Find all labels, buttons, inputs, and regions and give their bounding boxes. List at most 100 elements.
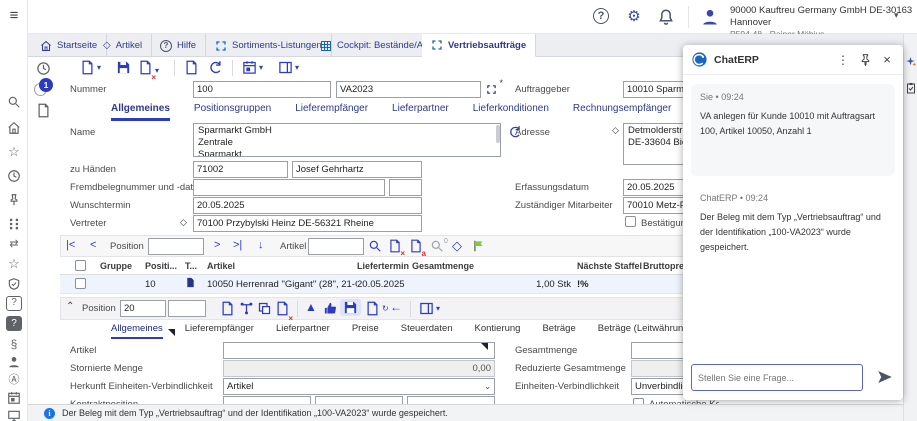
ai-sparkle-icon[interactable] (905, 56, 917, 68)
history-icon[interactable] (6, 168, 22, 184)
refresh-button[interactable] (208, 60, 223, 75)
badge-star-icon[interactable]: ☆ (6, 256, 22, 272)
tab-artikel[interactable]: ◇Artikel (94, 34, 152, 57)
vertreter-input[interactable] (193, 215, 422, 232)
search-icon[interactable] (6, 94, 22, 110)
wunschtermin-input[interactable] (193, 197, 422, 214)
col-position[interactable]: Positi... (145, 261, 185, 271)
nummer-input[interactable] (193, 81, 331, 98)
flag-icon[interactable] (472, 239, 486, 253)
apps-grid-icon[interactable] (6, 216, 22, 232)
expand-type-icon[interactable]: * (486, 82, 500, 96)
delete-position-button[interactable]: × (275, 301, 290, 321)
subtab-betraege-leitwaehrung[interactable]: Beträge (Leitwährung) (598, 323, 692, 339)
calendar-save-button[interactable]: ▾ (242, 60, 263, 75)
home-icon[interactable] (6, 120, 22, 136)
col-artikel[interactable]: Artikel (207, 261, 357, 271)
chevron-down-icon[interactable]: ▾ (894, 10, 899, 21)
structure-button[interactable] (239, 301, 254, 316)
new-document-button[interactable]: ▾ (80, 60, 101, 75)
kebab-menu-icon[interactable]: ⋮ (835, 52, 851, 68)
recent-clock-icon[interactable] (36, 61, 51, 76)
name-scrollbar[interactable] (496, 125, 500, 143)
collapse-chevron-icon[interactable]: ⌃ (66, 301, 74, 312)
zu-haenden-nummer-input[interactable] (193, 161, 288, 178)
subtab-steuerdaten[interactable]: Steuerdaten (401, 323, 453, 339)
copy-position-button[interactable] (257, 301, 272, 316)
notifications-bell-icon[interactable] (657, 8, 675, 26)
circled-a-icon[interactable]: Ⓐ (6, 372, 22, 388)
doc-tab-positionsgruppen[interactable]: Positionsgruppen (194, 103, 271, 121)
name-textarea[interactable]: Sparmarkt GmbH Zentrale Sparmarkt (193, 123, 501, 157)
detail-artikel-input[interactable] (223, 342, 495, 359)
annotate-position-icon[interactable]: a (409, 239, 423, 256)
chat-input[interactable] (691, 364, 863, 391)
help-outline-icon[interactable]: ? (6, 296, 22, 311)
nav-artikel-input[interactable] (308, 238, 364, 255)
doc-tab-lieferkonditionen[interactable]: Lieferkonditionen (473, 103, 549, 121)
diamond-marker-icon[interactable]: ◇ (612, 125, 619, 136)
fremdbelegnummer-input[interactable] (193, 179, 385, 196)
dropdown-caret-icon[interactable]: ▾ (436, 304, 440, 313)
tab-hilfe[interactable]: ?Hilfe (151, 34, 206, 57)
subtab-allgemeines[interactable]: Allgemeines (111, 323, 163, 339)
last-position-button[interactable]: >| (233, 239, 242, 251)
dropdown-caret-icon[interactable]: ▾ (97, 63, 101, 72)
pin-icon[interactable] (6, 192, 22, 208)
subtab-kontierung[interactable]: Kontierung (475, 323, 521, 339)
detail-window-button[interactable]: ▾ (419, 301, 440, 316)
legal-paragraph-icon[interactable]: § (6, 336, 22, 352)
subtab-preise[interactable]: Preise (352, 323, 379, 339)
tab-vertriebsauftraege[interactable]: Vertriebsaufträge (422, 34, 536, 57)
subtab-lieferempfaenger[interactable]: Lieferempfänger (185, 323, 254, 339)
new-position-button[interactable] (220, 301, 235, 316)
hamburger-menu-icon[interactable]: ≡ (6, 8, 22, 24)
col-typ[interactable]: T... (185, 261, 207, 271)
favorite-star-icon[interactable]: ☆ (6, 144, 22, 160)
nav-position-input[interactable] (148, 238, 204, 255)
col-liefertermin[interactable]: Liefertermin (357, 261, 412, 271)
save-button[interactable] (116, 60, 131, 75)
help-filled-icon[interactable]: ? (6, 316, 22, 331)
pin-panel-icon[interactable] (857, 52, 873, 68)
delete-document-button[interactable]: ×▾ (138, 60, 159, 80)
back-arrow-icon[interactable]: ← (390, 300, 402, 314)
col-naechste-staffel[interactable]: Nächste Staffel (577, 261, 643, 271)
approve-thumb-icon[interactable] (323, 301, 338, 316)
herkunft-select[interactable]: Artikel⌄ (223, 378, 495, 395)
diamond-marker-icon[interactable]: ◇ (180, 217, 187, 228)
col-gesamtmenge[interactable]: Gesamtmenge (412, 261, 577, 271)
warning-triangle-icon[interactable]: ▲ (305, 300, 317, 314)
dropdown-caret-icon[interactable]: ▾ (295, 63, 299, 72)
subtab-betraege[interactable]: Beträge (542, 323, 575, 339)
previous-position-button[interactable]: < (90, 239, 96, 251)
first-position-button[interactable]: |< (66, 239, 75, 251)
shield-check-icon[interactable] (6, 276, 22, 292)
help-icon[interactable]: ? (593, 8, 609, 24)
clipboard-check-icon[interactable] (905, 82, 917, 94)
col-gruppe[interactable]: Gruppe (100, 261, 145, 271)
step-badge[interactable]: 1 (39, 78, 53, 92)
search-position-icon[interactable] (368, 239, 382, 253)
dropdown-caret-icon[interactable]: ▾ (259, 63, 263, 72)
user-icon[interactable] (6, 354, 22, 370)
delete-position-icon[interactable]: × (388, 239, 402, 256)
row-checkbox[interactable] (75, 278, 86, 289)
bestaetigung-checkbox[interactable] (625, 216, 636, 227)
detail-position-input[interactable] (120, 300, 166, 317)
detail-subposition-input[interactable] (168, 300, 206, 317)
calendar-icon[interactable] (6, 390, 22, 406)
fremdbelegdatum-input[interactable] (389, 179, 422, 196)
doc-tab-allgemeines[interactable]: Allgemeines (111, 103, 170, 121)
reset-position-button[interactable]: ↻ (365, 301, 389, 316)
close-icon[interactable]: × (879, 52, 895, 68)
window-layout-button[interactable]: ▾ (278, 60, 299, 75)
zu-haenden-name-input[interactable] (292, 161, 422, 178)
compare-icon[interactable]: ⇄ (6, 236, 22, 252)
next-position-button[interactable]: > (214, 239, 220, 251)
send-icon[interactable] (876, 368, 896, 388)
subtab-lieferpartner[interactable]: Lieferpartner (276, 323, 330, 339)
doc-tab-lieferempfaenger[interactable]: Lieferempfänger (295, 103, 368, 121)
settings-gear-icon[interactable]: ⚙ (625, 8, 643, 26)
copy-document-button[interactable] (184, 60, 199, 75)
